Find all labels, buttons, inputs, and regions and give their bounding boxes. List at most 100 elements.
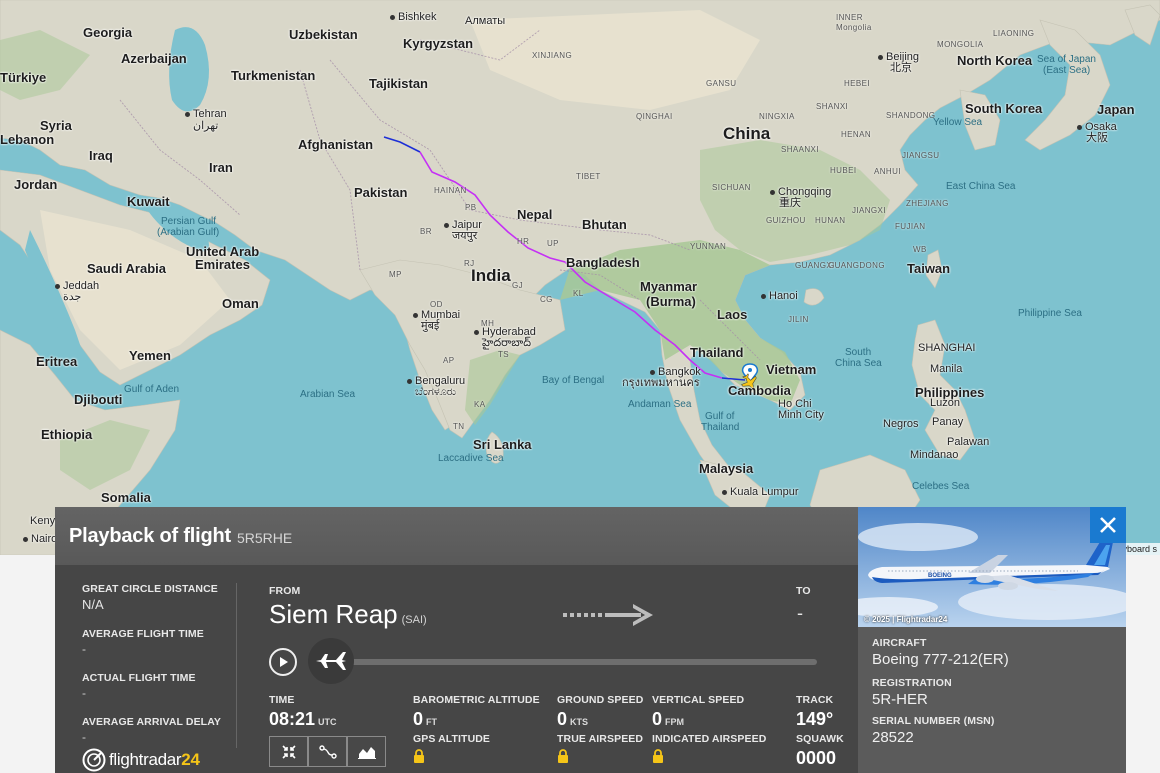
average-arrival-delay: AVERAGE ARRIVAL DELAY - xyxy=(82,716,232,744)
map-label-region: JIANGXI xyxy=(852,206,886,215)
map-label-country: Somalia xyxy=(101,490,151,505)
aircraft-type: AIRCRAFT Boeing 777-212(ER) xyxy=(872,637,1009,668)
map-label-sea: Andaman Sea xyxy=(628,399,692,410)
map-label-sea: Gulf of Aden xyxy=(124,384,180,395)
stat-label: AVERAGE ARRIVAL DELAY xyxy=(82,716,222,728)
map-label-region: HENAN xyxy=(841,130,872,139)
aircraft-type-label: AIRCRAFT xyxy=(872,637,927,649)
map-label-country: Oman xyxy=(222,296,259,311)
playback-timeline[interactable] xyxy=(317,659,817,665)
lock-icon xyxy=(414,749,424,763)
map-label-region: ANHUI xyxy=(874,167,901,176)
true-airspeed-stat: TRUE AIRSPEED xyxy=(557,733,643,768)
map-label-country: Eritrea xyxy=(36,354,78,369)
map-label-country: Saudi Arabia xyxy=(87,261,166,276)
map-label-sea: Arabian Sea xyxy=(300,389,356,400)
map-label-country: Cambodia xyxy=(728,383,791,398)
gps-altitude-stat: GPS ALTITUDE xyxy=(413,733,490,768)
map-label-city: Kuala Lumpur xyxy=(722,487,799,498)
map-label-city: जयपुर xyxy=(452,230,478,242)
close-button[interactable] xyxy=(1090,507,1126,543)
map-label-region: HUBEI xyxy=(830,166,857,175)
photo-credit: © 2025 | Flightradar24 xyxy=(864,615,948,624)
chart-button[interactable] xyxy=(347,736,386,767)
registration-value[interactable]: 5R-HER xyxy=(872,691,952,708)
stat-label: ACTUAL FLIGHT TIME xyxy=(82,672,196,684)
map-label-country: Iran xyxy=(209,160,233,175)
actual-flight-time: ACTUAL FLIGHT TIME - xyxy=(82,672,232,700)
route-button[interactable] xyxy=(308,736,347,767)
map-label-country: South Korea xyxy=(965,101,1043,116)
map-label-country: Thailand xyxy=(690,345,744,360)
map-label-city: กรุงเทพมหานคร xyxy=(622,377,700,389)
map-label-city: Tehran xyxy=(185,109,227,120)
squawk-value: 0000 xyxy=(796,748,837,768)
time-label: TIME xyxy=(269,694,295,706)
map-label-region: ZHEJIANG xyxy=(906,199,949,208)
aircraft-photo-image: BOEING xyxy=(858,507,1126,627)
map-label-country: China xyxy=(723,124,771,143)
map-label-sea: Celebes Sea xyxy=(912,481,970,492)
collapse-button[interactable] xyxy=(269,736,308,767)
from-label: FROM xyxy=(269,585,301,597)
gps-alt-label: GPS ALTITUDE xyxy=(413,733,491,745)
map-label-region: Negros xyxy=(883,418,919,430)
map-label-sea: Bay of Bengal xyxy=(542,375,605,386)
aircraft-info: BOEING © 2025 | Flightradar24 AIRCRAFT B… xyxy=(858,507,1126,773)
map-label-sea: Thailand xyxy=(701,422,740,433)
ground-speed-value: 0 xyxy=(557,709,568,729)
map-label-region: WB xyxy=(913,245,927,254)
map-label-region: GUIZHOU xyxy=(766,216,806,225)
map-label-region: HUNAN xyxy=(815,216,846,225)
map-label-region: Mindanao xyxy=(910,449,959,461)
map-label-sea: (East Sea) xyxy=(1043,65,1091,76)
map-label-country: Syria xyxy=(40,118,72,133)
map-label-sea: Yellow Sea xyxy=(933,117,983,128)
destination-airport[interactable]: - xyxy=(797,603,803,624)
map-label-country: Laos xyxy=(717,307,748,322)
stat-value: - xyxy=(82,642,86,656)
map-label-city: Алматы xyxy=(465,15,506,27)
vertical-speed-value: 0 xyxy=(652,709,663,729)
map-label-region: SHANDONG xyxy=(886,111,936,120)
map-label-region: JILIN xyxy=(788,315,809,324)
map-label-region: LIAONING xyxy=(993,29,1035,38)
map-label-city: 重庆 xyxy=(779,197,801,209)
map-label-sea: Persian Gulf xyxy=(161,216,217,227)
map-label-country: (Burma) xyxy=(646,294,696,309)
track-stat: TRACK 149° xyxy=(796,694,833,730)
aircraft-photo[interactable]: BOEING © 2025 | Flightradar24 xyxy=(858,507,1126,627)
msn-label: SERIAL NUMBER (MSN) xyxy=(872,715,995,727)
play-button[interactable] xyxy=(269,648,297,676)
squawk-label: SQUAWK xyxy=(796,733,844,745)
map-label-region: XINJIANG xyxy=(532,51,573,60)
map-label-region: BR xyxy=(420,227,432,236)
origin-airport[interactable]: Siem Reap (SAI) xyxy=(269,599,427,630)
stat-value: - xyxy=(82,730,86,744)
map-label-city: تهران xyxy=(193,120,219,132)
indicated-airspeed-label: INDICATED AIRSPEED xyxy=(652,733,767,745)
route-arrow-icon xyxy=(563,604,653,626)
timeline-slider-handle[interactable] xyxy=(308,638,354,684)
map-label-region: KA xyxy=(474,400,486,409)
map-label-city: Bishkek xyxy=(390,12,437,23)
map-label-sea: South xyxy=(845,347,872,358)
map-label-region: UP xyxy=(547,239,559,248)
flightradar24-logo: flightradar 24 xyxy=(82,748,200,772)
flight-map[interactable]: Georgia Azerbaijan Türkiye Syria Lebanon… xyxy=(0,0,1160,555)
map-label-sea: China Sea xyxy=(835,358,882,369)
panel-title: Playback of flight xyxy=(69,524,231,547)
map-label-region: Mongolia xyxy=(836,23,872,32)
map-label-region: RJ xyxy=(464,259,475,268)
map-label-region: AP xyxy=(443,356,455,365)
map-label-region: OD xyxy=(430,300,443,309)
map-label-country: Vietnam xyxy=(766,362,817,377)
to-label: TO xyxy=(796,585,811,597)
track-label: TRACK xyxy=(796,694,834,706)
route-path-icon xyxy=(318,744,337,759)
svg-text:BOEING: BOEING xyxy=(928,573,952,579)
map-label-country: Malaysia xyxy=(699,461,754,476)
map-label-country: Jordan xyxy=(14,177,58,192)
map-label-sea: East China Sea xyxy=(946,181,1016,192)
map-label-country: Georgia xyxy=(83,25,133,40)
